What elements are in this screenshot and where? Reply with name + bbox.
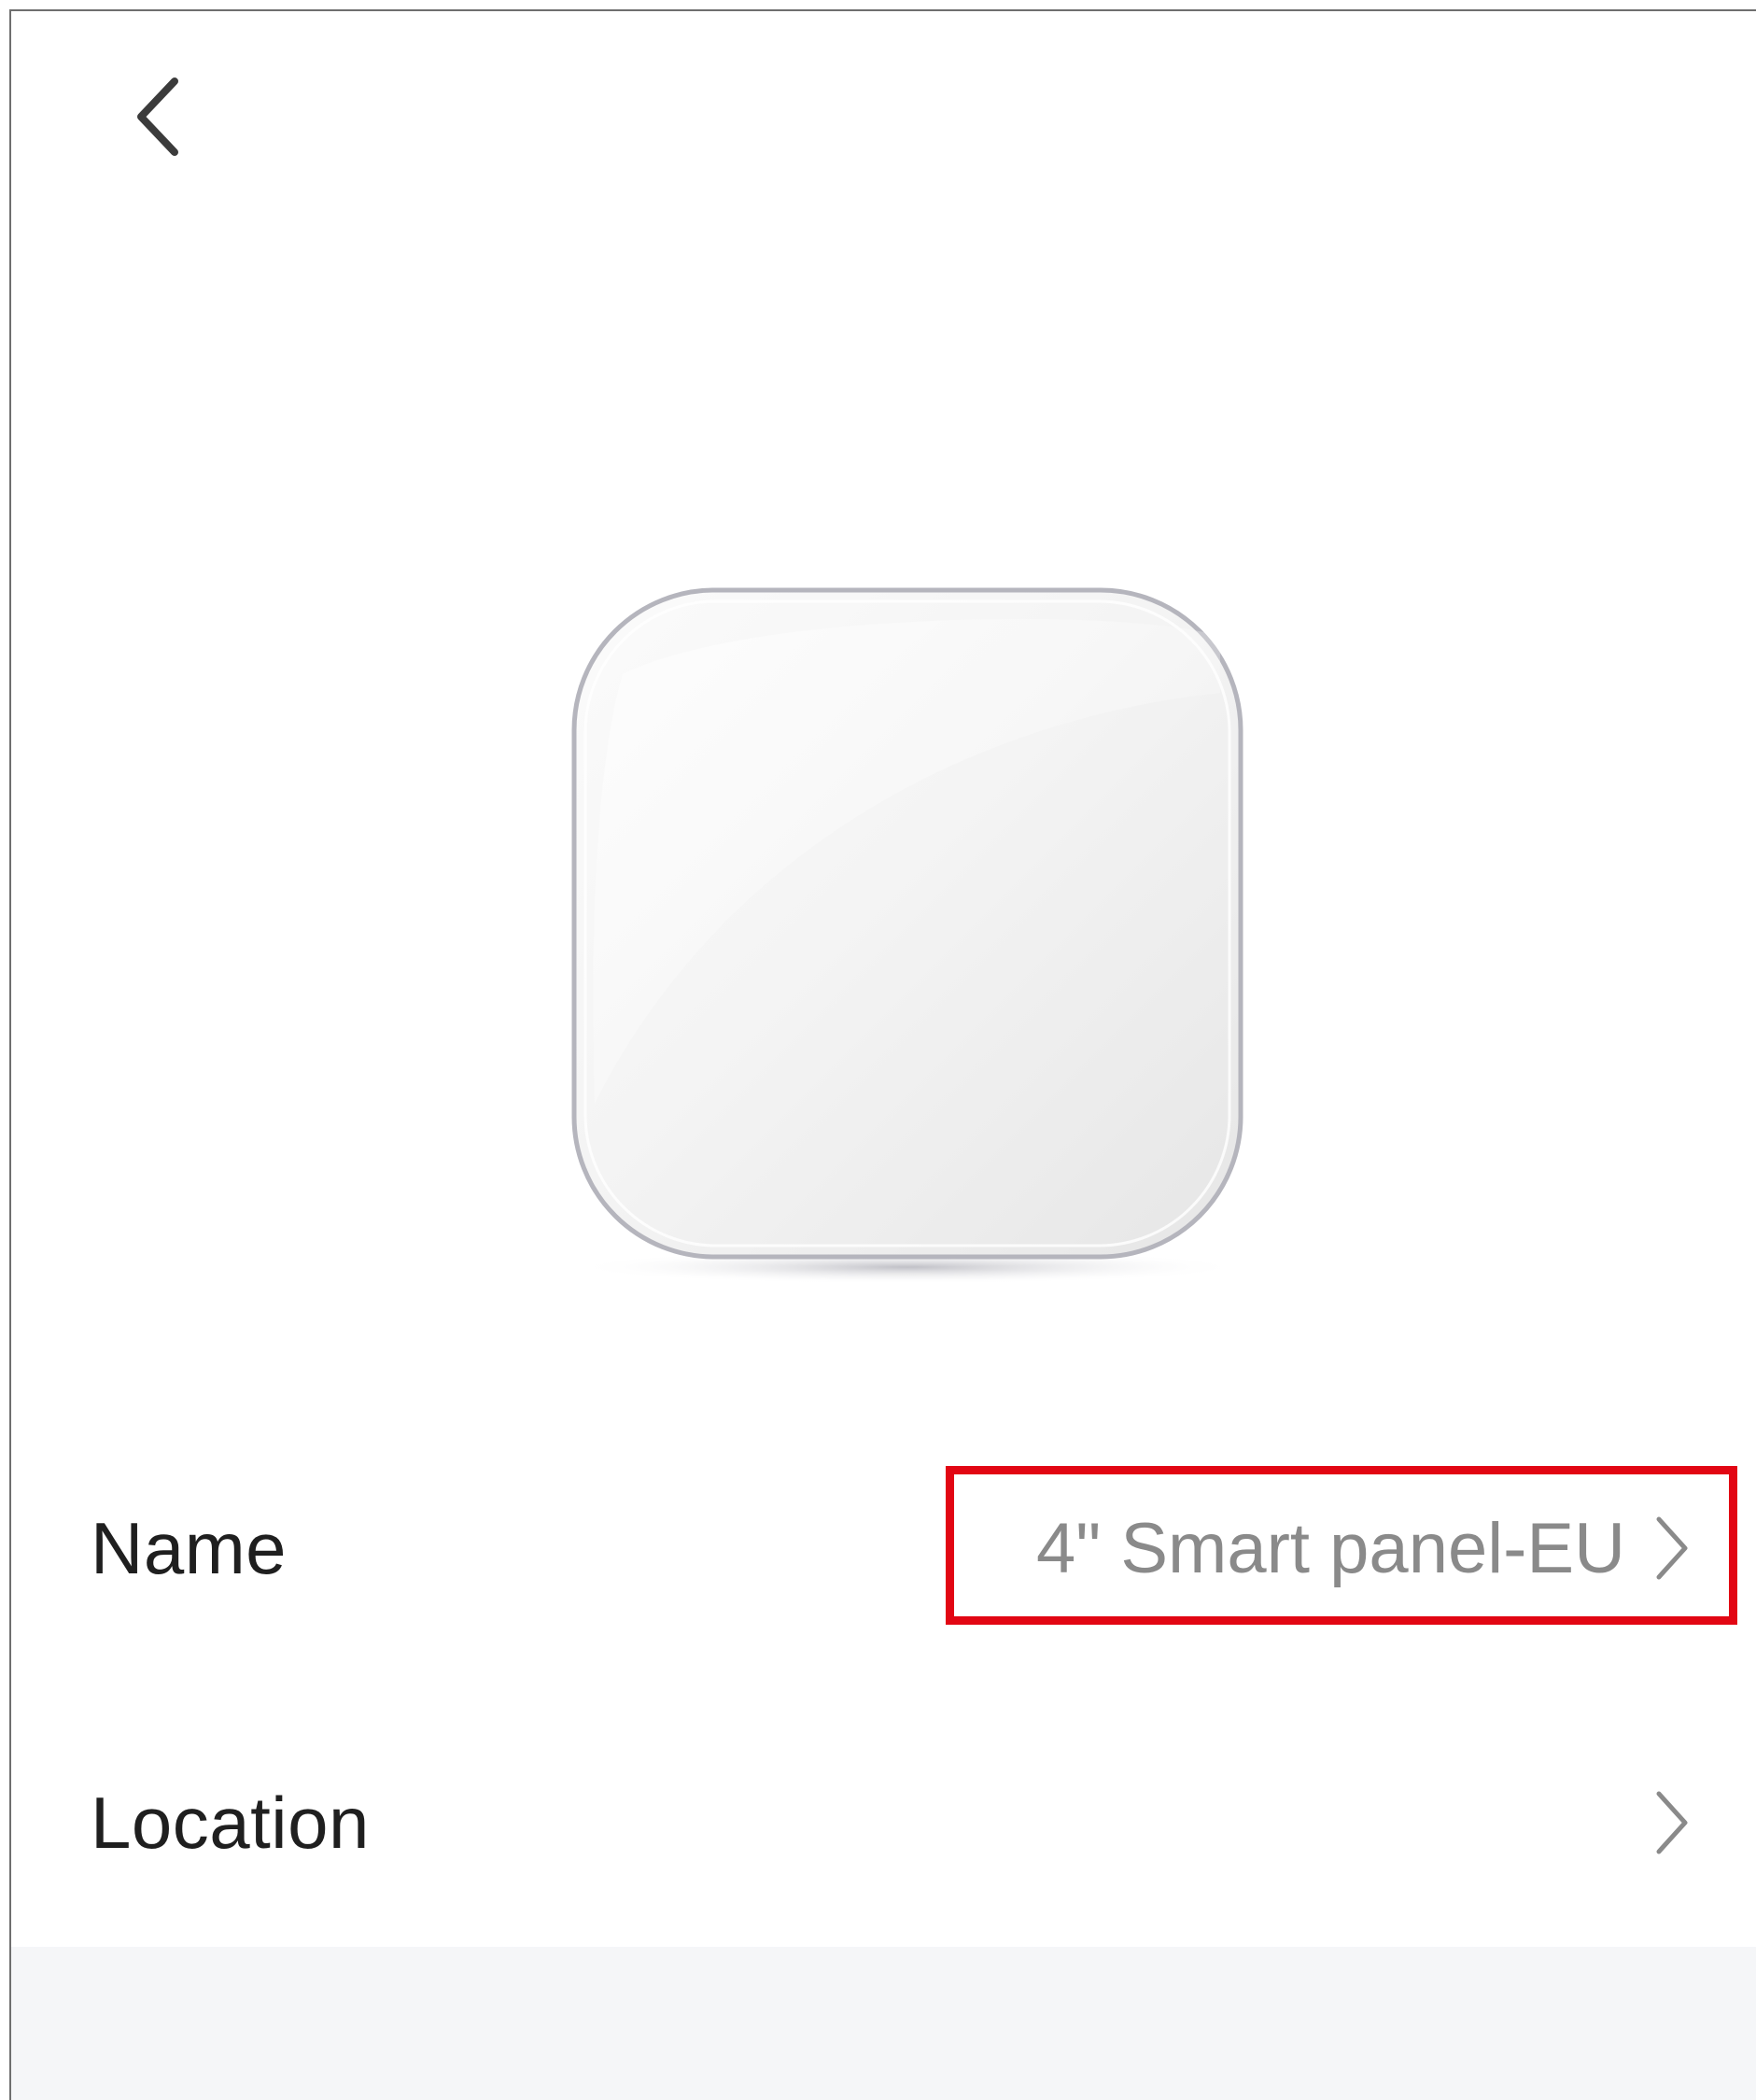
name-label: Name [91,1506,288,1589]
device-image [567,581,1248,1290]
screen: Name 4" Smart panel-EU Location [9,9,1756,2100]
footer-band [11,1947,1756,2100]
chevron-right-icon [1649,1511,1695,1586]
back-button[interactable] [116,67,200,170]
location-row[interactable]: Location [11,1729,1756,1916]
location-label: Location [91,1781,370,1864]
chevron-left-icon [130,70,186,168]
name-value[interactable]: 4" Smart panel-EU [1036,1508,1625,1589]
name-row[interactable]: Name 4" Smart panel-EU [11,1455,1756,1642]
chevron-right-icon [1649,1785,1695,1860]
